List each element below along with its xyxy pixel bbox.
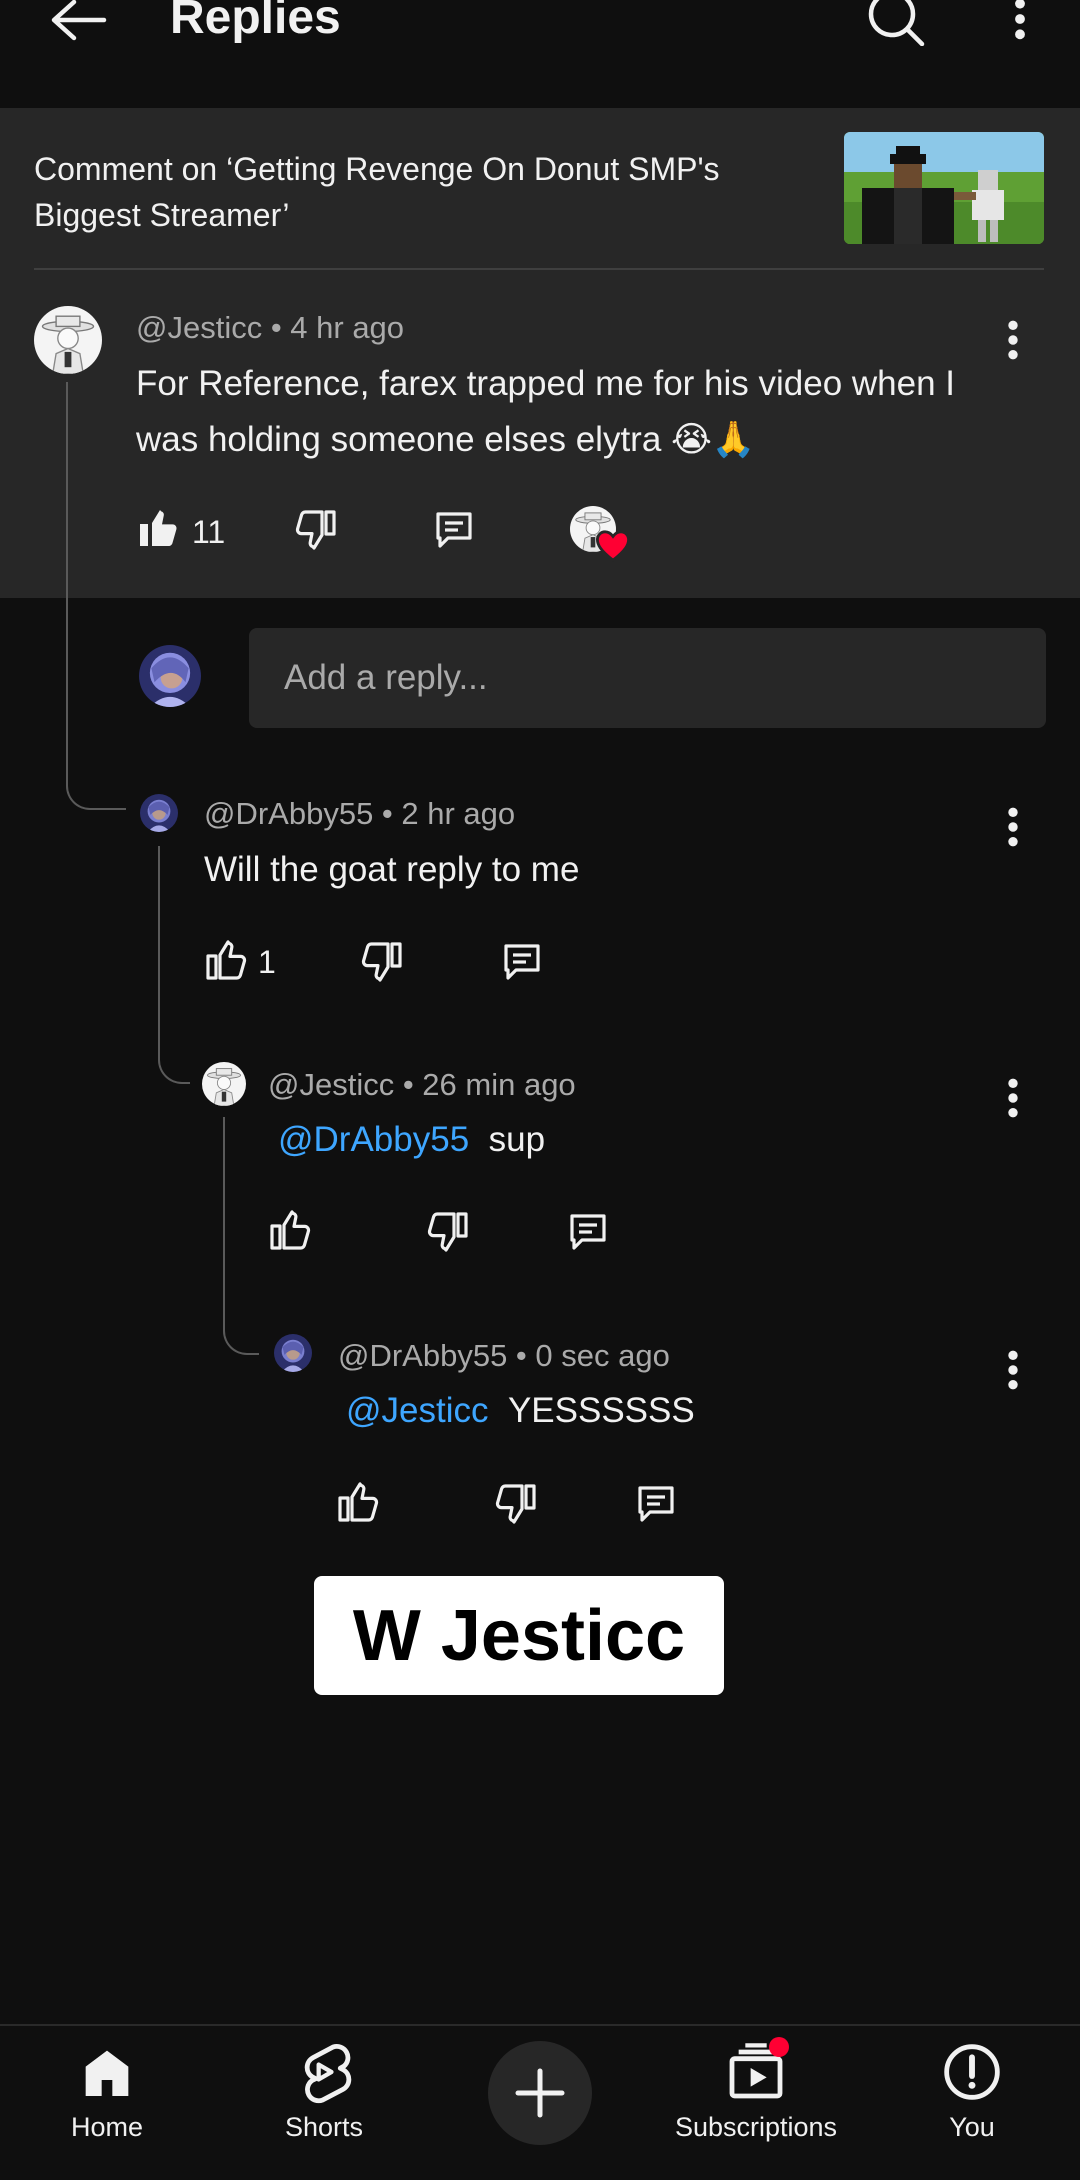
reply-input-placeholder: Add a reply... (284, 658, 488, 697)
reply-body: sup (488, 1120, 546, 1159)
reply-text: @Jesticc YESSSSSS (346, 1383, 695, 1439)
video-thumbnail[interactable] (844, 132, 1044, 244)
creator-heart (570, 506, 630, 562)
more-options-button[interactable] (1000, 0, 1040, 46)
reply-text: Will the goat reply to me (204, 850, 580, 889)
nav-home[interactable]: Home (7, 2040, 207, 2160)
comment-menu-icon[interactable] (998, 1348, 1028, 1392)
nav-label: Subscriptions (674, 2112, 838, 2142)
search-icon (868, 0, 925, 47)
back-button[interactable] (40, 0, 120, 50)
like-icon[interactable] (266, 1206, 314, 1254)
reply-author[interactable]: @DrAbby55 • 0 sec ago (338, 1338, 670, 1374)
reply-comment-icon[interactable] (498, 938, 546, 986)
dislike-icon[interactable] (358, 938, 406, 986)
video-reference[interactable]: Comment on ‘Getting Revenge On Donut SMP… (34, 146, 794, 238)
like-icon[interactable] (334, 1478, 382, 1526)
more-vert-icon (1010, 0, 1030, 42)
nav-label: Home (70, 2112, 144, 2142)
search-button[interactable] (866, 0, 926, 54)
home-icon (85, 2050, 129, 2096)
you-icon (944, 2044, 1000, 2100)
reply-author[interactable]: @DrAbby55 • 2 hr ago (204, 796, 515, 832)
dislike-icon[interactable] (492, 1480, 540, 1528)
avatar[interactable] (202, 1062, 246, 1106)
nav-shorts[interactable]: Shorts (224, 2040, 424, 2160)
reply-comment-icon[interactable] (564, 1208, 612, 1256)
like-count: 11 (192, 514, 226, 550)
mention-link[interactable]: @DrAbby55 (278, 1120, 469, 1159)
comment-text: For Reference, farex trapped me for his … (136, 364, 956, 459)
nav-you[interactable]: You (872, 2040, 1072, 2160)
mention-link[interactable]: @Jesticc (346, 1391, 489, 1430)
nav-label: You (949, 2112, 995, 2142)
shorts-icon (304, 2044, 352, 2104)
reply-body: YESSSSSS (507, 1391, 695, 1430)
back-arrow-icon (51, 0, 107, 41)
divider (34, 268, 1044, 270)
thread-connector (158, 846, 190, 1084)
avatar[interactable] (140, 794, 178, 832)
avatar[interactable] (274, 1334, 312, 1372)
comment-menu-icon[interactable] (998, 318, 1028, 362)
caption-text: W Jesticc (352, 1595, 686, 1676)
dislike-icon[interactable] (292, 506, 340, 554)
heart-icon (596, 530, 630, 562)
create-button[interactable] (488, 2041, 592, 2145)
reply-comment-icon[interactable] (430, 506, 478, 554)
thread-connector (66, 382, 126, 810)
comment-menu-icon[interactable] (998, 1076, 1028, 1120)
avatar[interactable] (34, 306, 102, 374)
page-title: Replies (170, 0, 341, 44)
reply-comment-icon[interactable] (632, 1480, 680, 1528)
caption-overlay: W Jesticc (314, 1576, 724, 1695)
notification-dot-icon (769, 2037, 789, 2057)
like-icon[interactable] (202, 936, 250, 984)
dislike-icon[interactable] (424, 1208, 472, 1256)
like-count: 1 (258, 944, 276, 980)
nav-subscriptions[interactable]: Subscriptions (656, 2037, 856, 2160)
user-avatar (139, 645, 201, 707)
reply-text: @DrAbby55 sup (278, 1112, 545, 1168)
comment-menu-icon[interactable] (998, 805, 1028, 849)
comment-author[interactable]: @Jesticc • 4 hr ago (136, 310, 404, 346)
thread-connector (223, 1117, 259, 1355)
reply-author[interactable]: @Jesticc • 26 min ago (268, 1067, 576, 1103)
nav-label: Shorts (284, 2112, 364, 2142)
like-icon[interactable] (134, 504, 182, 552)
plus-icon (515, 2068, 565, 2118)
